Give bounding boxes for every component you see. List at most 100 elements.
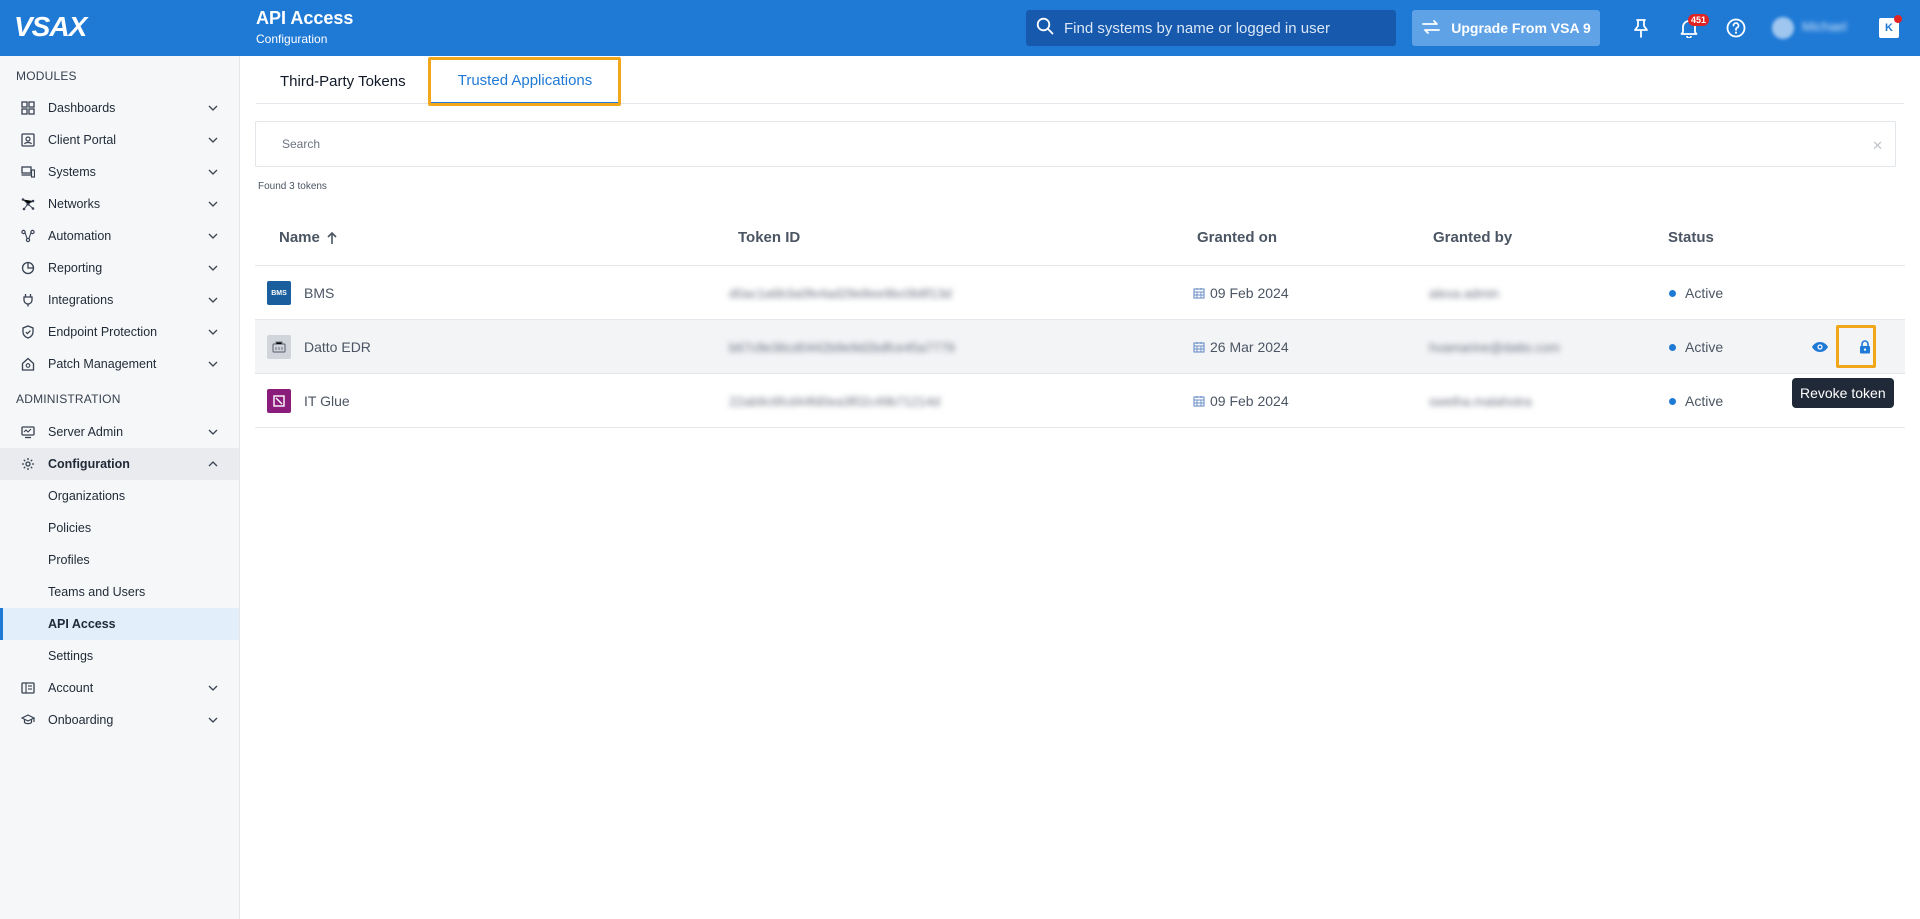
sidebar-item-reporting[interactable]: Reporting — [0, 252, 239, 284]
column-header-status[interactable]: Status — [1668, 229, 1714, 246]
granted-by-cell: swetha.malahotra — [1429, 374, 1532, 428]
sidebar-item-integrations[interactable]: Integrations — [0, 284, 239, 316]
tab-third-party-tokens[interactable]: Third-Party Tokens — [280, 58, 406, 104]
sidebar-item-label: Reporting — [48, 261, 103, 275]
user-name[interactable]: Michael — [1802, 19, 1847, 34]
sidebar-subitem-api-access[interactable]: API Access — [0, 608, 239, 640]
modules-section-label: MODULES — [16, 69, 77, 83]
sidebar-item-automation[interactable]: Automation — [0, 220, 239, 252]
column-header-name[interactable]: Name — [279, 229, 338, 246]
sidebar-item-patch-management[interactable]: Patch Management — [0, 348, 239, 380]
granted-by: alexa.admin — [1429, 285, 1500, 301]
top-bar: VSAX API Access Configuration Upgrade Fr… — [0, 0, 1920, 56]
chevron-down-icon — [208, 201, 218, 207]
status-cell: Active — [1669, 374, 1723, 428]
table-row[interactable]: BMS BMS d0ac1a6b3a0fe4ad29e8ee9bc0b8f13d… — [255, 266, 1905, 320]
global-search[interactable] — [1026, 10, 1396, 46]
table-row[interactable]: IT Glue 22ab9c6fcd44fd0ea3f02c49b71214d … — [255, 374, 1905, 428]
clear-icon[interactable]: ✕ — [1872, 138, 1883, 154]
column-header-token-id[interactable]: Token ID — [738, 229, 800, 246]
token-id-cell: 22ab9c6fcd44fd0ea3f02c49b71214d — [729, 374, 940, 428]
sidebar-subitem-settings[interactable]: Settings — [0, 640, 239, 672]
global-search-input[interactable] — [1064, 19, 1384, 37]
app-name: Datto EDR — [304, 339, 371, 355]
granted-on-cell: 09 Feb 2024 — [1193, 374, 1289, 428]
gear-icon — [20, 456, 36, 472]
sidebar-item-dashboards[interactable]: Dashboards — [0, 92, 239, 124]
token-tabs: Third-Party Tokens Trusted Applications — [256, 58, 1904, 104]
datto-edr-logo — [267, 335, 291, 359]
alert-dot — [1894, 15, 1902, 23]
page-subtitle: Configuration — [256, 32, 328, 46]
sidebar-subitem-teams-and-users[interactable]: Teams and Users — [0, 576, 239, 608]
upgrade-label: Upgrade From VSA 9 — [1451, 20, 1591, 36]
vsax-logo[interactable]: VSAX — [14, 11, 87, 42]
granted-by-cell: hvamarine@datto.com — [1429, 320, 1560, 374]
lock-icon[interactable] — [1854, 336, 1876, 358]
granted-by-cell: alexa.admin — [1429, 266, 1499, 320]
upgrade-button[interactable]: Upgrade From VSA 9 — [1412, 10, 1600, 46]
column-header-granted-by[interactable]: Granted by — [1433, 229, 1512, 246]
sidebar-item-label: Endpoint Protection — [48, 325, 158, 339]
column-header-granted-on[interactable]: Granted on — [1197, 229, 1277, 246]
sort-ascending-icon — [327, 231, 337, 244]
sidebar-item-account[interactable]: Account — [0, 672, 239, 704]
reporting-icon — [20, 260, 36, 276]
chevron-down-icon — [208, 137, 218, 143]
patch-icon — [20, 356, 36, 372]
onboarding-icon — [20, 712, 36, 728]
app-name-cell: BMS BMS — [267, 266, 334, 320]
chevron-down-icon — [208, 717, 218, 723]
notification-badge: 451 — [1688, 14, 1710, 26]
granted-on-date: 09 Feb 2024 — [1210, 285, 1289, 301]
automation-icon — [20, 228, 36, 244]
calendar-icon — [1193, 288, 1205, 299]
token-id-cell: d0ac1a6b3a0fe4ad29e8ee9bc0b8f13d — [729, 266, 952, 320]
chevron-up-icon — [208, 461, 218, 467]
eye-icon[interactable] — [1809, 336, 1831, 358]
sidebar-item-server-admin[interactable]: Server Admin — [0, 416, 239, 448]
sidebar-item-onboarding[interactable]: Onboarding — [0, 704, 239, 736]
chevron-down-icon — [208, 329, 218, 335]
sidebar-item-client-portal[interactable]: Client Portal — [0, 124, 239, 156]
avatar[interactable] — [1772, 17, 1794, 39]
revoke-token-tooltip: Revoke token — [1792, 378, 1894, 408]
client-portal-icon — [20, 132, 36, 148]
sidebar-item-label: Dashboards — [48, 101, 116, 115]
bms-logo: BMS — [267, 281, 291, 305]
help-icon[interactable] — [1724, 16, 1748, 40]
chevron-down-icon — [208, 685, 218, 691]
datto-edr-logo-icon — [272, 341, 286, 353]
network-icon — [20, 196, 36, 212]
table-row[interactable]: Datto EDR b67c8e36cd0442b9e9d2bdfce45a77… — [255, 320, 1905, 374]
sidebar-item-systems[interactable]: Systems — [0, 156, 239, 188]
tab-trusted-applications[interactable]: Trusted Applications — [430, 58, 620, 104]
sidebar-item-endpoint-protection[interactable]: Endpoint Protection — [0, 316, 239, 348]
token-id: 22ab9c6fcd44fd0ea3f02c49b71214d — [729, 393, 941, 409]
sidebar-item-label: Server Admin — [48, 425, 124, 439]
status-text: Active — [1685, 393, 1724, 409]
it-glue-logo-icon — [273, 395, 285, 407]
sidebar-subitem-policies[interactable]: Policies — [0, 512, 239, 544]
sidebar-item-label: Integrations — [48, 293, 114, 307]
sidebar-subitem-organizations[interactable]: Organizations — [0, 480, 239, 512]
sidebar-item-configuration[interactable]: Configuration — [0, 448, 239, 480]
status-cell: Active — [1669, 266, 1723, 320]
token-search-input[interactable] — [282, 137, 1782, 151]
sidebar-item-label: Onboarding — [48, 713, 114, 727]
collapse-label: K — [1885, 22, 1893, 34]
pin-icon[interactable] — [1629, 16, 1653, 40]
sidebar: MODULES Dashboards Client Portal Systems… — [0, 56, 240, 919]
sidebar-item-networks[interactable]: Networks — [0, 188, 239, 220]
page-title: API Access — [256, 8, 354, 28]
calendar-icon — [1193, 342, 1205, 353]
token-id: b67c8e36cd0442b9e9d2bdfce45a7779 — [729, 339, 955, 355]
token-search[interactable]: ✕ — [255, 121, 1896, 167]
server-admin-icon — [20, 424, 36, 440]
app-name: IT Glue — [304, 393, 350, 409]
devices-icon — [20, 164, 36, 180]
sidebar-subitem-profiles[interactable]: Profiles — [0, 544, 239, 576]
chevron-down-icon — [208, 169, 218, 175]
chevron-down-icon — [208, 297, 218, 303]
granted-by: swetha.malahotra — [1429, 393, 1532, 409]
